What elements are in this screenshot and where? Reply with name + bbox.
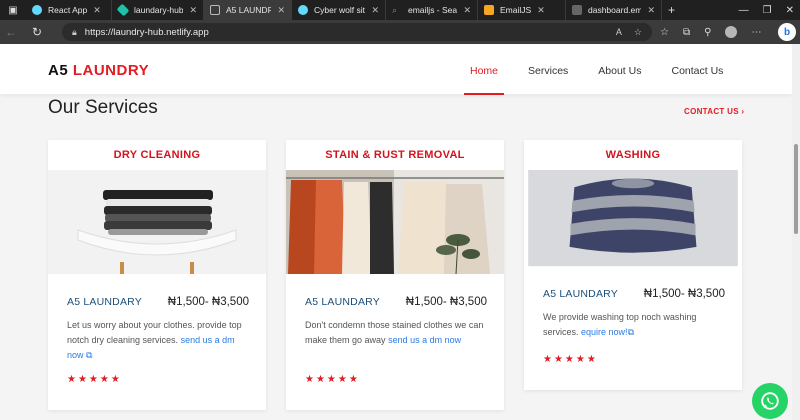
address-actions: A ☆ xyxy=(616,23,642,41)
card-meta: A5 LAUNDARY ₦1,500- ₦3,500 xyxy=(305,296,487,308)
profile-avatar[interactable] xyxy=(725,26,738,38)
rating-stars: ★★★★★ xyxy=(305,374,360,385)
minimize-icon[interactable]: — xyxy=(739,5,749,16)
address-bar-row: ← ↻ 🔒︎ https://laundry-hub.netlify.app A… xyxy=(0,20,800,44)
nav-services[interactable]: Services xyxy=(528,65,568,77)
browser-tab[interactable]: Cyber wolf site ✕ xyxy=(292,0,386,20)
service-card-stain-removal: STAIN & RUST REMOVAL A5 LAUNDARY ₦1,500-… xyxy=(286,140,504,410)
dry-cleaning-image xyxy=(48,170,266,274)
whatsapp-icon xyxy=(761,392,779,410)
restore-icon[interactable]: ❐ xyxy=(763,5,772,16)
section-title: Our Services xyxy=(48,97,158,118)
card-meta: A5 LAUNDARY ₦1,500- ₦3,500 xyxy=(67,296,249,308)
collections-icon[interactable]: ⧉ xyxy=(683,27,690,38)
more-icon[interactable]: ⋯ xyxy=(751,27,761,38)
logo-laundry: LAUNDRY xyxy=(72,62,150,79)
emailjs-icon xyxy=(484,5,494,15)
new-tab-icon[interactable]: + xyxy=(668,3,675,17)
read-aloud-icon[interactable]: A xyxy=(616,27,622,37)
extensions-icon[interactable]: ⚲ xyxy=(704,27,711,38)
rating-stars: ★★★★★ xyxy=(67,374,122,385)
tab-label: Cyber wolf site xyxy=(314,5,366,15)
nav-about-us[interactable]: About Us xyxy=(598,65,641,77)
address-bar[interactable]: 🔒︎ https://laundry-hub.netlify.app A ☆ xyxy=(62,23,652,41)
stain-removal-image xyxy=(286,170,504,274)
service-card-washing: WASHING A5 LAUNDARY ₦1,500- ₦3,500 We pr… xyxy=(524,140,742,390)
card-price: ₦1,500- ₦3,500 xyxy=(167,296,249,308)
react-icon xyxy=(32,5,42,15)
nav-contact-us[interactable]: Contact Us xyxy=(671,65,723,77)
enquire-link[interactable]: equire now!⧉ xyxy=(581,327,634,337)
close-icon[interactable]: ✕ xyxy=(463,5,471,16)
rating-stars: ★★★★★ xyxy=(543,354,598,365)
external-link-icon: ⧉ xyxy=(627,327,634,337)
search-icon: ⌕ xyxy=(392,5,398,15)
card-brand: A5 LAUNDARY xyxy=(67,296,142,308)
external-link-icon: ⧉ xyxy=(83,350,93,360)
scrollbar-thumb[interactable] xyxy=(794,144,798,234)
nav-home[interactable]: Home xyxy=(463,65,505,95)
enquire-link-label[interactable]: equire now! xyxy=(581,327,628,337)
whatsapp-chat-button[interactable] xyxy=(752,383,788,419)
tab-label: laundary-hub | xyxy=(134,5,184,15)
close-icon[interactable]: ✕ xyxy=(189,5,197,16)
tab-label: EmailJS xyxy=(500,5,532,15)
page-icon xyxy=(210,5,220,15)
close-icon[interactable]: ✕ xyxy=(93,5,101,16)
browser-tab[interactable]: dashboard.em ✕ xyxy=(566,0,662,20)
refresh-icon[interactable]: ↻ xyxy=(26,20,48,44)
add-favorite-icon[interactable]: ☆ xyxy=(634,27,642,38)
card-description: We provide washing top noch washing serv… xyxy=(543,310,725,340)
contact-us-label: CONTACT US xyxy=(684,107,739,116)
url-text[interactable]: https://laundry-hub.netlify.app xyxy=(85,27,209,38)
close-icon[interactable]: ✕ xyxy=(277,5,285,16)
tab-label: React App xyxy=(48,5,88,15)
site-logo[interactable]: A5 LAUNDRY xyxy=(48,62,149,79)
close-icon[interactable]: ✕ xyxy=(537,5,545,16)
dm-link[interactable]: send us a dm now xyxy=(388,335,461,345)
main-nav: Home Services About Us Contact Us xyxy=(463,65,753,95)
dm-link-label[interactable]: send us a dm now xyxy=(388,335,461,345)
browser-tab[interactable]: ⌕ emailjs - Searc ✕ xyxy=(386,0,478,20)
card-brand: A5 LAUNDARY xyxy=(305,296,380,308)
tab-label: A5 LAUNDRY xyxy=(226,5,271,15)
close-icon[interactable]: ✕ xyxy=(371,5,379,16)
card-price: ₦1,500- ₦3,500 xyxy=(643,288,725,300)
back-icon[interactable]: ← xyxy=(0,20,22,44)
browser-tab-strip: ▣ React App ✕ laundary-hub | ✕ A5 LAUNDR… xyxy=(0,0,800,20)
favorites-icon[interactable]: ☆ xyxy=(660,27,669,38)
chevron-right-icon: › xyxy=(741,107,745,116)
tab-label: dashboard.em xyxy=(588,5,642,15)
browser-tab-active[interactable]: A5 LAUNDRY ✕ xyxy=(204,0,292,20)
close-window-icon[interactable]: ✕ xyxy=(786,5,794,16)
card-meta: A5 LAUNDARY ₦1,500- ₦3,500 xyxy=(543,288,725,300)
window-controls: — ❐ ✕ xyxy=(739,0,794,20)
netlify-icon xyxy=(116,3,130,17)
card-price: ₦1,500- ₦3,500 xyxy=(405,296,487,308)
card-title: WASHING xyxy=(605,149,661,161)
card-description: Don't condemn those stained clothes we c… xyxy=(305,318,487,348)
card-brand: A5 LAUNDARY xyxy=(543,288,618,300)
browser-tab[interactable]: laundary-hub | ✕ xyxy=(112,0,204,20)
service-card-dry-cleaning: DRY CLEANING A5 LAUNDARY ₦1,500- ₦3,500 … xyxy=(48,140,266,410)
page-scrollbar[interactable] xyxy=(792,44,800,420)
lock-icon[interactable]: 🔒︎ xyxy=(72,27,77,38)
card-title: DRY CLEANING xyxy=(113,149,201,161)
web-page: A5 LAUNDRY Home Services About Us Contac… xyxy=(0,44,792,420)
washing-image xyxy=(528,170,738,267)
card-title: STAIN & RUST REMOVAL xyxy=(325,149,465,161)
contact-us-link[interactable]: CONTACT US › xyxy=(684,107,744,116)
window-menu-icon[interactable]: ▣ xyxy=(0,0,26,20)
site-header: A5 LAUNDRY Home Services About Us Contac… xyxy=(0,44,792,95)
browser-toolbar: ☆ ⧉ ⚲ ⋯ xyxy=(660,20,761,44)
logo-a5: A5 xyxy=(48,62,69,79)
card-description: Let us worry about your clothes. provide… xyxy=(67,318,249,363)
browser-tab[interactable]: EmailJS ✕ xyxy=(478,0,566,20)
react-icon xyxy=(298,5,308,15)
tab-label: emailjs - Searc xyxy=(408,5,458,15)
bing-icon[interactable]: b xyxy=(778,23,796,41)
browser-tab[interactable]: React App ✕ xyxy=(26,0,112,20)
document-icon xyxy=(572,5,582,15)
close-icon[interactable]: ✕ xyxy=(647,5,655,16)
